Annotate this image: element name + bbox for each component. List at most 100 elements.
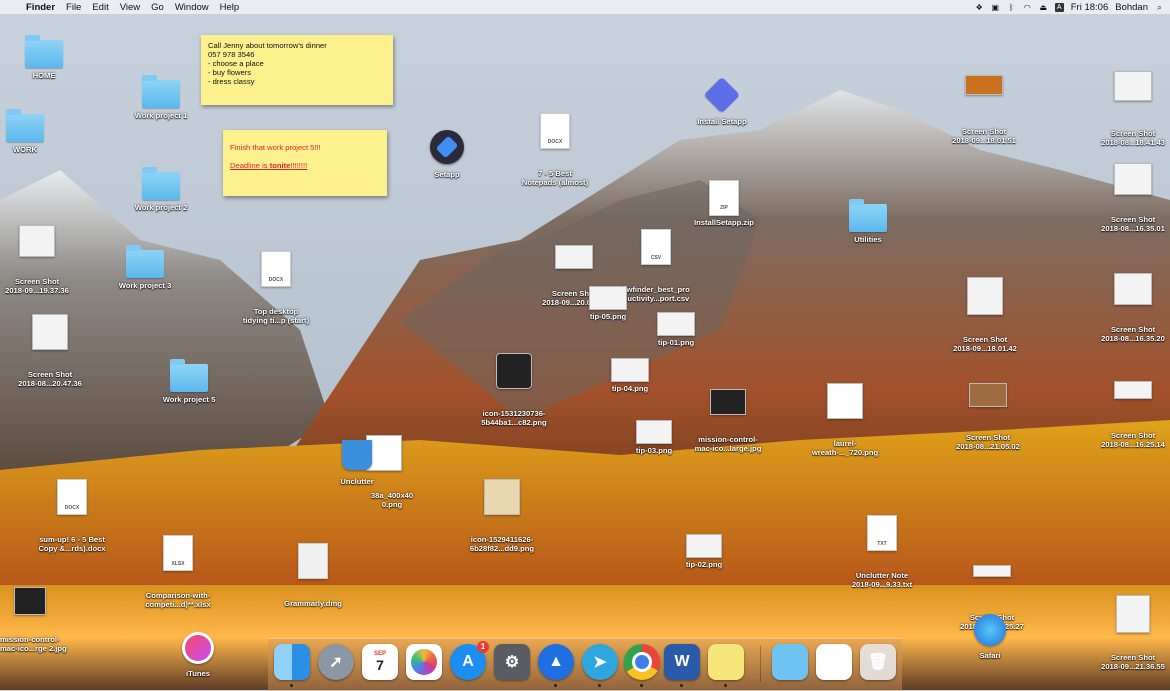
sticky-line: Call Jenny about tomorrow's dinner xyxy=(208,41,327,50)
file-top-desktop-docx[interactable]: DOCX Top desktop tidying ti...p (start) xyxy=(236,234,316,334)
file-tip-04[interactable]: tip-04.png xyxy=(606,358,654,394)
app-setapp[interactable]: Setapp xyxy=(422,130,472,180)
thumbnail xyxy=(611,358,649,382)
tray-icon[interactable]: ▣ xyxy=(991,3,1000,12)
thumbnail xyxy=(19,225,55,258)
file-label: tip-05.png xyxy=(589,312,627,321)
file-screenshot-far5[interactable]: Screen Shot 2018-09...21.36.55 xyxy=(1096,578,1170,680)
file-screenshot-20[interactable]: Screen Shot 2018-08...20.47.36 xyxy=(10,297,90,397)
folder-work[interactable]: WORK xyxy=(0,109,50,155)
dock-finder-icon[interactable] xyxy=(274,644,310,680)
install-setapp-icon xyxy=(703,76,741,114)
file-tip-03[interactable]: tip-03.png xyxy=(630,420,678,456)
eject-icon[interactable]: ⏏ xyxy=(1039,3,1048,12)
file-tip-02[interactable]: tip-02.png xyxy=(680,534,728,570)
file-sumup-docx[interactable]: DOCX sum-up! 6 - 5 Best Copy &...rds).do… xyxy=(30,462,114,562)
clock[interactable]: Fri 18:06 xyxy=(1071,2,1109,13)
folder-utilities[interactable]: Utilities xyxy=(844,199,892,245)
dock-downloads-folder-icon[interactable] xyxy=(772,644,808,680)
dock-system-preferences-icon[interactable]: ⚙ xyxy=(494,644,530,680)
app-label: Setapp xyxy=(434,170,460,179)
dock-trash-icon[interactable]: 🗑 xyxy=(860,644,896,680)
menu-file[interactable]: File xyxy=(66,2,81,13)
dock-word-icon[interactable]: W xyxy=(664,644,700,680)
running-indicator xyxy=(640,684,643,687)
dock-app-store-icon[interactable]: A 1 xyxy=(450,641,489,680)
folder-work-project-5[interactable]: Work project 5 xyxy=(158,359,220,405)
dock-affinity-icon[interactable]: ▲ xyxy=(538,644,574,680)
file-label: tip-03.png xyxy=(635,446,673,455)
menu-window[interactable]: Window xyxy=(175,2,209,13)
file-grammarly-dmg[interactable]: Grammarly.dmg xyxy=(280,526,346,617)
file-label: Screen Shot 2018-08...16.35.20 xyxy=(1101,324,1165,343)
menu-edit[interactable]: Edit xyxy=(92,2,108,13)
running-indicator xyxy=(598,684,601,687)
file-mission-control-large[interactable]: mission-control- mac-ico...large.jpg xyxy=(688,372,768,462)
folder-label: Work project 2 xyxy=(134,203,188,212)
folder-icon xyxy=(126,245,164,278)
file-label: Screen Shot 2018-08...16.35.01 xyxy=(1101,214,1165,233)
sticky-note-deadline[interactable]: Finish that work project 5!!! Deadline i… xyxy=(223,130,387,196)
menu-finder[interactable]: Finder xyxy=(26,2,55,13)
file-tip-01[interactable]: tip-01.png xyxy=(652,312,700,348)
file-label: Screen Shot 2018-09...21.36.55 xyxy=(1101,652,1165,671)
file-icon-1531230736[interactable]: icon-1531230736- 5b44ba1...c82.png xyxy=(474,336,554,436)
thumbnail xyxy=(496,353,532,390)
thumbnail xyxy=(589,286,627,310)
dock-chrome-icon[interactable] xyxy=(624,644,660,680)
file-screenshot-far4[interactable]: Screen Shot 2018-08...16.25.14 xyxy=(1096,364,1170,458)
unclutter-icon xyxy=(342,440,372,470)
dock-documents-stack-icon[interactable] xyxy=(816,644,852,680)
folder-work-project-3[interactable]: Work project 3 xyxy=(112,245,178,291)
folder-work-project-2[interactable]: Work project 2 xyxy=(130,167,192,213)
file-mission-control-2[interactable]: mission-control- mac-ico...rge 2.jpg xyxy=(0,570,67,662)
itunes-icon xyxy=(182,632,214,664)
file-install-setapp-zip[interactable]: ZIP InstallSetapp.zip xyxy=(686,180,762,228)
user-name[interactable]: Bohdan xyxy=(1115,2,1148,13)
file-comparison-xlsx[interactable]: XLSX Comparison-with- competi...d)**.xls… xyxy=(138,518,218,618)
apple-icon[interactable] xyxy=(6,3,15,12)
file-best-notepads-docx[interactable]: DOCX 7 - 5 Best Notepads (almost) xyxy=(516,96,594,196)
file-laurel-wreath[interactable]: laurel- wreath-..._720.png xyxy=(806,366,884,466)
thumbnail xyxy=(973,565,1011,578)
app-safari[interactable]: Safari xyxy=(966,614,1014,661)
menu-help[interactable]: Help xyxy=(220,2,240,13)
bluetooth-icon[interactable]: ᛒ xyxy=(1007,3,1016,12)
app-itunes[interactable]: iTunes xyxy=(172,632,224,679)
menu-view[interactable]: View xyxy=(120,2,140,13)
input-source-icon[interactable]: A xyxy=(1054,2,1064,12)
dock-launchpad-icon[interactable]: ➚ xyxy=(318,644,354,680)
folder-home[interactable]: HOME xyxy=(18,35,70,81)
dock-telegram-icon[interactable]: ➤ xyxy=(582,644,618,680)
file-screenshot-r2[interactable]: Screen Shot 2018-09...18.01.42 xyxy=(946,260,1024,362)
file-screenshot-19[interactable]: Screen Shot 2018-09...19.37.36 xyxy=(0,208,74,304)
file-screenshot-far2[interactable]: Screen Shot 2018-08...16.35.01 xyxy=(1096,146,1170,242)
file-screenshot-far3[interactable]: Screen Shot 2018-08...16.35.20 xyxy=(1096,256,1170,352)
thumbnail xyxy=(827,383,863,420)
thumbnail xyxy=(657,312,695,336)
dock-photos-icon[interactable] xyxy=(406,644,442,680)
dock-stickies-icon[interactable] xyxy=(708,644,744,680)
dropbox-icon[interactable]: ❖ xyxy=(975,3,984,12)
dock-divider xyxy=(760,646,761,682)
wifi-icon[interactable]: ◠ xyxy=(1023,3,1032,12)
folder-label: Utilities xyxy=(854,235,882,244)
app-label: Safari xyxy=(979,651,1001,660)
file-screenshot-r3[interactable]: Screen Shot 2018-08...21.05.02 xyxy=(948,366,1028,460)
folder-icon xyxy=(6,109,44,142)
sticky-note-dinner[interactable]: Call Jenny about tomorrow's dinner 057 9… xyxy=(201,35,393,105)
dock-calendar-icon[interactable]: SEP 7 xyxy=(362,644,398,680)
file-unclutter-note-txt[interactable]: TXT Unclutter Note 2018-09...9.33.txt xyxy=(840,498,924,598)
spotlight-icon[interactable]: ⌕ xyxy=(1155,3,1164,12)
running-indicator xyxy=(290,684,293,687)
file-label: tip-04.png xyxy=(611,384,649,393)
app-install-setapp[interactable]: Install Setapp xyxy=(690,76,754,127)
file-label: Screen Shot 2018-08...18.41.43 xyxy=(1101,128,1165,147)
menu-go[interactable]: Go xyxy=(151,2,164,13)
file-screenshot-r1[interactable]: Screen Shot 2018-09...18.01.51 xyxy=(946,58,1022,154)
file-screenshot-far1[interactable]: Screen Shot 2018-08...18.41.43 xyxy=(1096,54,1170,156)
file-tip-05[interactable]: tip-05.png xyxy=(584,286,632,322)
file-icon-1529411626[interactable]: icon-1529411626- 6b28f82...dd9.png xyxy=(462,462,542,562)
app-unclutter[interactable]: Unclutter xyxy=(332,440,382,487)
folder-work-project-1[interactable]: Work project 1 xyxy=(130,75,192,121)
